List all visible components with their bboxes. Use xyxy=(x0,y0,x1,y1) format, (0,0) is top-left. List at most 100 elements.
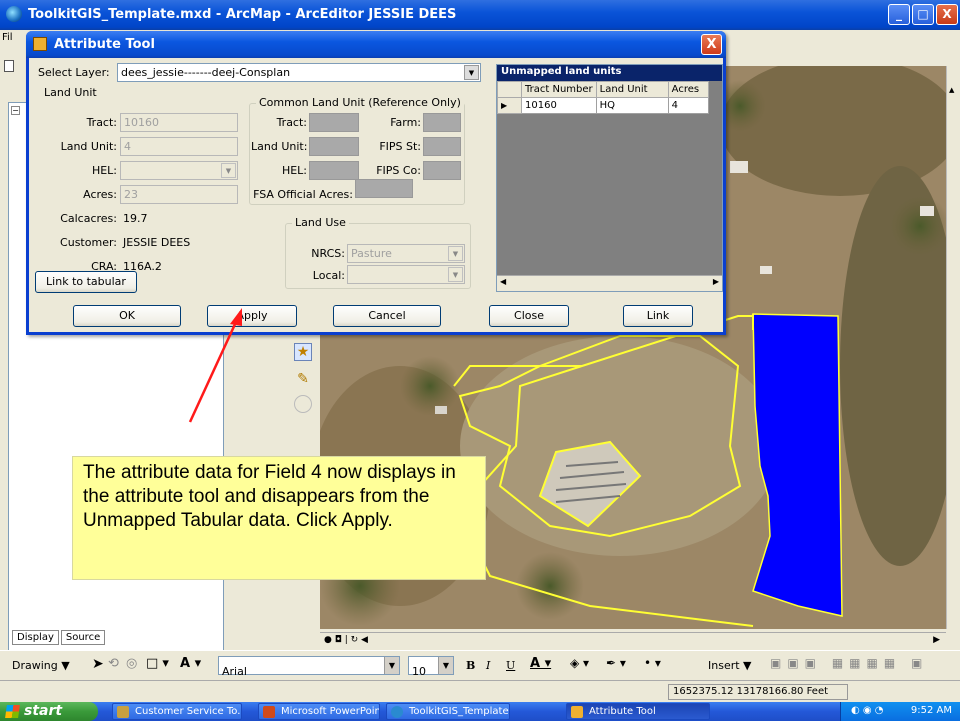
marker-color-icon[interactable]: • ▾ xyxy=(644,656,661,670)
scroll-right-icon[interactable]: ▶ xyxy=(933,635,940,645)
tray-icons[interactable]: ◐ ◉ ◔ xyxy=(851,702,884,720)
clu-land-unit-label: Land Unit: xyxy=(251,140,308,153)
select-layer-dropdown[interactable]: dees_jessie-------deej-Consplan ▼ xyxy=(117,63,481,82)
map-vertical-scrollbar[interactable]: ▲ xyxy=(946,66,960,629)
rectangle-tool-icon[interactable]: □ ▾ xyxy=(146,656,169,671)
font-size-select[interactable]: 10 ▼ xyxy=(408,656,454,678)
task-label: Customer Service To... xyxy=(135,706,242,717)
task-powerpoint[interactable]: Microsoft PowerPoint ... xyxy=(258,703,380,720)
pencil-icon[interactable]: ✎ xyxy=(295,371,311,387)
clu-fips-co-field xyxy=(423,161,461,180)
collapse-icon[interactable]: − xyxy=(11,106,20,115)
tab-source[interactable]: Source xyxy=(60,630,106,645)
clu-fips-st-label: FIPS St: xyxy=(379,140,421,153)
fill-color-icon[interactable]: ◈ ▾ xyxy=(570,656,589,670)
close-window-button[interactable]: X xyxy=(936,4,958,25)
land-unit-field[interactable]: 4 xyxy=(120,137,238,156)
font-color-icon[interactable]: A ▾ xyxy=(530,656,551,671)
nrcs-dropdown[interactable]: Pasture ▼ xyxy=(347,244,465,263)
system-tray: ◐ ◉ ◔ 9:52 AM xyxy=(840,702,960,721)
grid-caption: Unmapped land units xyxy=(497,65,722,81)
app-title: ToolkitGIS_Template.mxd - ArcMap - ArcEd… xyxy=(28,7,457,22)
menu-file-fragment[interactable]: Fil xyxy=(2,32,14,46)
app-icon xyxy=(117,706,129,718)
layout-view-icons[interactable]: ● ◘ | ↻ ◀ xyxy=(324,635,368,645)
cancel-button[interactable]: Cancel xyxy=(333,305,441,327)
task-arcmap[interactable]: ToolkitGIS_Template.... xyxy=(386,703,510,720)
red-arrow-annotation xyxy=(188,308,242,423)
acres-field[interactable]: 23 xyxy=(120,185,238,204)
start-label: start xyxy=(24,703,63,719)
link-to-tabular-button[interactable]: Link to tabular xyxy=(35,271,137,293)
link-button[interactable]: Link xyxy=(623,305,693,327)
italic-button[interactable]: I xyxy=(486,659,490,672)
attribute-tool-icon xyxy=(33,37,47,51)
bold-button[interactable]: B xyxy=(466,659,475,672)
table-cell[interactable]: HQ xyxy=(595,97,669,114)
hel-label: HEL: xyxy=(91,164,117,177)
acres-label: Acres: xyxy=(83,188,117,201)
line-color-icon[interactable]: ✒ ▾ xyxy=(606,656,626,670)
local-dropdown[interactable]: ▼ xyxy=(347,265,465,284)
chevron-down-icon: ▼ xyxy=(438,657,453,674)
task-customer-service[interactable]: Customer Service To... xyxy=(112,703,242,720)
windows-flag-icon xyxy=(5,705,20,718)
close-button[interactable]: Close xyxy=(489,305,569,327)
column-header[interactable]: Land Unit xyxy=(595,81,669,98)
column-header[interactable]: Acres xyxy=(667,81,709,98)
table-cell[interactable]: 10160 xyxy=(521,97,597,114)
clu-farm-label: Farm: xyxy=(390,116,421,129)
powerpoint-icon xyxy=(263,706,275,718)
tract-field[interactable]: 10160 xyxy=(120,113,238,132)
minimize-button[interactable]: _ xyxy=(888,4,910,25)
map-coordinates: 1652375.12 13178166.80 Feet xyxy=(668,684,848,700)
drawing-toolbar: Drawing ▼ ➤ ⟲ ◎ □ ▾ A ▾ Arial ▼ 10 ▼ B I… xyxy=(0,650,960,680)
underline-button[interactable]: U xyxy=(506,659,515,672)
windows-taskbar: start Customer Service To... Microsoft P… xyxy=(0,702,960,721)
clu-hel-label: HEL: xyxy=(281,164,307,177)
task-attribute-tool[interactable]: Attribute Tool xyxy=(566,703,710,720)
start-button[interactable]: start xyxy=(0,702,98,721)
tract-label: Tract: xyxy=(86,116,117,129)
row-selector-icon[interactable]: ▶ xyxy=(497,97,522,114)
ok-button[interactable]: OK xyxy=(73,305,181,327)
clock[interactable]: 9:52 AM xyxy=(911,705,952,716)
scroll-left-icon[interactable]: ◀ xyxy=(500,277,506,286)
fsa-acres-field xyxy=(355,179,413,198)
grid-horizontal-scrollbar[interactable]: ◀ ▶ xyxy=(497,275,722,291)
circle-tool-icon[interactable] xyxy=(294,395,312,413)
layout-tools-icons[interactable]: ▣▣▣ ▦▦▦▦ ▣ xyxy=(770,656,928,670)
table-row[interactable]: ▶ 10160 HQ 4 xyxy=(497,97,709,114)
clu-tract-label: Tract: xyxy=(276,116,307,129)
drawing-menu[interactable]: Drawing ▼ xyxy=(12,659,70,672)
scroll-right-icon[interactable]: ▶ xyxy=(713,277,719,286)
select-layer-value: dees_jessie-------deej-Consplan xyxy=(121,66,291,79)
star-tool-icon[interactable]: ★ xyxy=(294,343,312,361)
zoom-icon[interactable]: ◎ xyxy=(126,656,137,671)
new-doc-icon[interactable] xyxy=(4,60,14,72)
maximize-button[interactable]: □ xyxy=(912,4,934,25)
land-unit-label: Land Unit: xyxy=(60,140,117,153)
rotate-icon[interactable]: ⟲ xyxy=(108,656,119,671)
attribute-tool-dialog: Attribute Tool X Select Layer: dees_jess… xyxy=(26,31,726,335)
map-horizontal-scrollbar[interactable]: ● ◘ | ↻ ◀ ▶ xyxy=(320,632,946,650)
table-cell[interactable]: 4 xyxy=(667,97,709,114)
globe-icon xyxy=(391,706,403,718)
scroll-up-icon[interactable]: ▲ xyxy=(949,86,954,94)
land-unit-group-title: Land Unit xyxy=(41,86,100,99)
chevron-down-icon: ▼ xyxy=(448,267,463,282)
unmapped-land-units-grid[interactable]: Unmapped land units Tract Number Land Un… xyxy=(496,64,723,292)
chevron-down-icon: ▼ xyxy=(384,657,399,674)
font-name-select[interactable]: Arial ▼ xyxy=(218,656,400,678)
task-label: ToolkitGIS_Template.... xyxy=(409,706,509,717)
select-arrow-icon[interactable]: ➤ xyxy=(92,656,104,672)
tab-display[interactable]: Display xyxy=(12,630,59,645)
hel-dropdown[interactable]: ▼ xyxy=(120,161,238,180)
clu-fips-co-label: FIPS Co: xyxy=(376,164,421,177)
dialog-close-button[interactable]: X xyxy=(701,34,722,55)
text-tool-icon[interactable]: A ▾ xyxy=(180,656,201,671)
row-header-corner xyxy=(497,81,522,98)
column-header[interactable]: Tract Number xyxy=(521,81,597,98)
insert-menu[interactable]: Insert ▼ xyxy=(708,659,752,672)
land-use-group-title: Land Use xyxy=(292,216,349,229)
